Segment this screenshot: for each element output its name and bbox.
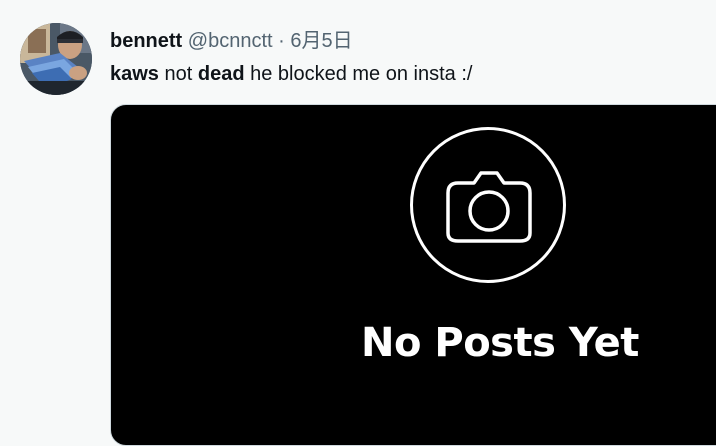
camera-icon (446, 171, 532, 243)
avatar[interactable] (20, 23, 92, 95)
separator-dot: · (278, 30, 285, 52)
tweet-text-bold-kaws: kaws (110, 63, 159, 85)
tweet-text: kaws not dead he blocked me on insta :/ (110, 61, 472, 87)
no-posts-message: No Posts Yet (361, 320, 639, 366)
tweet[interactable]: bennett @bcnnctt · 6月5日 kaws not dead he… (0, 0, 716, 446)
tweet-media-image[interactable]: No Posts Yet (110, 104, 716, 446)
tweet-text-segment: he blocked me on insta :/ (244, 63, 473, 85)
display-name[interactable]: bennett (110, 30, 182, 52)
tweet-header: bennett @bcnnctt · 6月5日 (110, 28, 353, 54)
tweet-text-segment: not (158, 63, 198, 85)
user-handle[interactable]: @bcnnctt (188, 30, 273, 52)
tweet-text-bold-dead: dead (197, 63, 245, 85)
tweet-date[interactable]: 6月5日 (290, 30, 352, 52)
avatar-photo (20, 23, 92, 95)
